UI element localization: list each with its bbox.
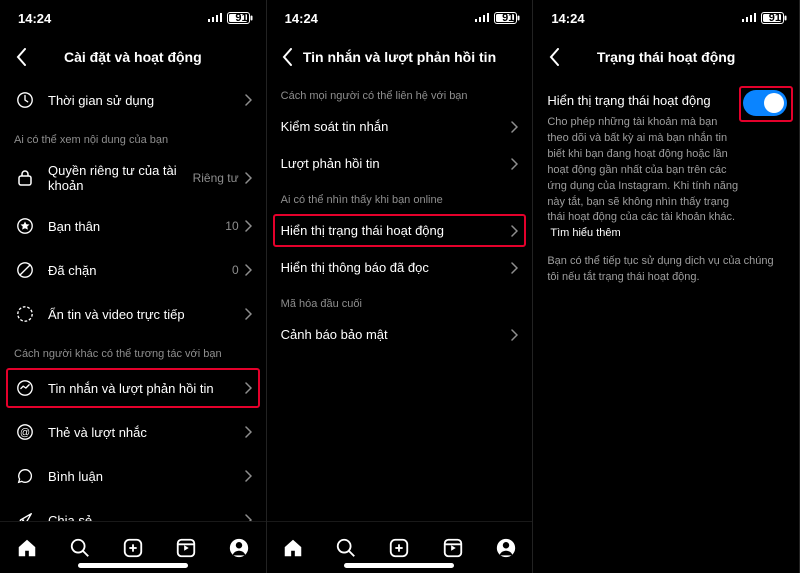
- screen-header: Trạng thái hoạt động: [533, 36, 799, 78]
- header-title: Cài đặt và hoạt động: [0, 49, 266, 65]
- row-activity-status[interactable]: Hiển thị trạng thái hoạt động: [267, 212, 533, 249]
- row-message-controls[interactable]: Kiểm soát tin nhắn: [267, 108, 533, 145]
- row-blocked[interactable]: Đã chặn 0: [0, 248, 266, 292]
- section-online-header: Ai có thể nhìn thấy khi bạn online: [267, 182, 533, 212]
- phone-screen-2: 14:24 91 Tin nhắn và lượt phản hồi tin C…: [267, 0, 534, 573]
- row-account-privacy[interactable]: Quyền riêng tư của tài khoản Riêng tư: [0, 152, 266, 204]
- row-label: Thời gian sử dụng: [48, 93, 239, 108]
- tab-search[interactable]: [333, 535, 359, 561]
- status-indicators: 91: [474, 12, 514, 24]
- status-bar: 14:24 91: [533, 0, 799, 36]
- star-icon: [14, 215, 36, 237]
- header-title: Tin nhắn và lượt phản hồi tin: [267, 49, 533, 65]
- tab-profile[interactable]: [493, 535, 519, 561]
- row-messages-replies[interactable]: Tin nhắn và lượt phản hồi tin: [0, 366, 266, 410]
- hide-icon: [14, 303, 36, 325]
- block-icon: [14, 259, 36, 281]
- row-label: Thẻ và lượt nhắc: [48, 425, 239, 440]
- messenger-icon: [14, 377, 36, 399]
- tab-home[interactable]: [14, 535, 40, 561]
- section-interact-header: Cách người khác có thể tương tác với bạn: [0, 336, 266, 366]
- content-scroll[interactable]: Hiển thị trạng thái hoạt động Cho phép n…: [533, 78, 799, 573]
- row-close-friends[interactable]: Bạn thân 10: [0, 204, 266, 248]
- row-label: Kiểm soát tin nhắn: [281, 119, 506, 134]
- tab-home[interactable]: [280, 535, 306, 561]
- row-label: Bạn thân: [48, 219, 219, 234]
- comment-icon: [14, 465, 36, 487]
- row-share[interactable]: Chia sẻ: [0, 498, 266, 521]
- row-label: Ẩn tin và video trực tiếp: [48, 307, 239, 322]
- lock-icon: [14, 167, 36, 189]
- share-icon: [14, 509, 36, 521]
- learn-more-link[interactable]: Tìm hiểu thêm: [550, 227, 620, 239]
- activity-status-toggle[interactable]: [743, 90, 787, 116]
- row-security-alerts[interactable]: Cảnh báo bảo mật: [267, 316, 533, 353]
- header-title: Trạng thái hoạt động: [533, 49, 799, 65]
- desc-body: Cho phép những tài khoản mà bạn theo dõi…: [547, 116, 738, 224]
- section-see-header: Ai có thể xem nội dung của bạn: [0, 122, 266, 152]
- tab-search[interactable]: [67, 535, 93, 561]
- row-label: Quyền riêng tư của tài khoản: [48, 163, 187, 193]
- row-comments[interactable]: Bình luận: [0, 454, 266, 498]
- back-button[interactable]: [277, 46, 299, 68]
- row-tags-mentions[interactable]: @ Thẻ và lượt nhắc: [0, 410, 266, 454]
- status-indicators: 91: [741, 12, 781, 24]
- content-scroll[interactable]: Thời gian sử dụng Ai có thể xem nội dung…: [0, 78, 266, 521]
- home-indicator[interactable]: [78, 563, 188, 568]
- row-label: Hiển thị thông báo đã đọc: [281, 260, 506, 275]
- screen-header: Cài đặt và hoạt động: [0, 36, 266, 78]
- svg-text:@: @: [20, 428, 30, 439]
- row-label: Hiển thị trạng thái hoạt động: [281, 223, 506, 238]
- row-read-receipts[interactable]: Hiển thị thông báo đã đọc: [267, 249, 533, 286]
- content-scroll[interactable]: Cách mọi người có thể liên hệ với bạn Ki…: [267, 78, 533, 521]
- home-indicator[interactable]: [344, 563, 454, 568]
- screen-header: Tin nhắn và lượt phản hồi tin: [267, 36, 533, 78]
- activity-status-note: Bạn có thể tiếp tục sử dụng dịch vụ của …: [533, 250, 799, 294]
- row-screen-time[interactable]: Thời gian sử dụng: [0, 78, 266, 122]
- status-bar: 14:24 91: [0, 0, 266, 36]
- row-label: Lượt phản hồi tin: [281, 156, 506, 171]
- section-contact-header: Cách mọi người có thể liên hệ với bạn: [267, 78, 533, 108]
- back-button[interactable]: [543, 46, 565, 68]
- row-label: Tin nhắn và lượt phản hồi tin: [48, 381, 239, 396]
- row-label: Đã chặn: [48, 263, 226, 278]
- phone-screen-3: 14:24 91 Trạng thái hoạt động Hiển thị t…: [533, 0, 800, 573]
- status-indicators: 91: [207, 12, 247, 24]
- tab-profile[interactable]: [226, 535, 252, 561]
- tab-create[interactable]: [386, 535, 412, 561]
- tab-reels[interactable]: [173, 535, 199, 561]
- tab-create[interactable]: [120, 535, 146, 561]
- tag-icon: @: [14, 421, 36, 443]
- status-time: 14:24: [551, 11, 584, 26]
- row-hide-story[interactable]: Ẩn tin và video trực tiếp: [0, 292, 266, 336]
- row-label: Chia sẻ: [48, 513, 239, 522]
- desc-title: Hiển thị trạng thái hoạt động: [547, 92, 741, 111]
- section-e2e-header: Mã hóa đầu cuối: [267, 286, 533, 316]
- status-bar: 14:24 91: [267, 0, 533, 36]
- clock-icon: [14, 89, 36, 111]
- row-label: Cảnh báo bảo mật: [281, 327, 506, 342]
- row-label: Bình luận: [48, 469, 239, 484]
- back-button[interactable]: [10, 46, 32, 68]
- tab-reels[interactable]: [440, 535, 466, 561]
- status-time: 14:24: [18, 11, 51, 26]
- phone-screen-1: 14:24 91 Cài đặt và hoạt động Thời gian …: [0, 0, 267, 573]
- row-story-replies[interactable]: Lượt phản hồi tin: [267, 145, 533, 182]
- status-time: 14:24: [285, 11, 318, 26]
